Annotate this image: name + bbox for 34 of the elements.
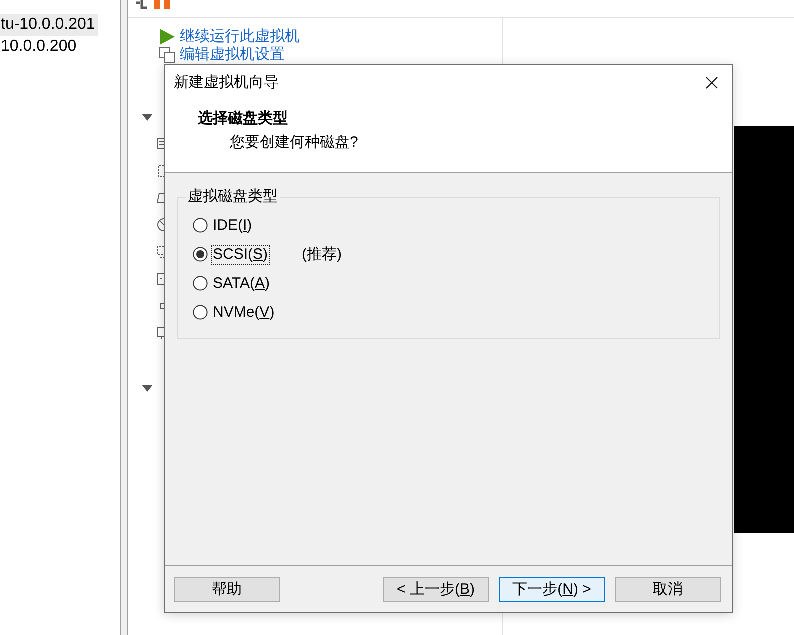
device-icon <box>157 190 164 204</box>
dialog-title: 新建虚拟机向导 <box>174 74 280 92</box>
radio-button[interactable] <box>193 305 208 320</box>
radio-label[interactable]: NVMe(V) <box>211 302 277 322</box>
device-icon <box>157 272 164 286</box>
device-icon <box>157 164 164 178</box>
group-label: 虚拟磁盘类型 <box>187 188 279 206</box>
logo-icon <box>135 0 171 9</box>
cancel-button[interactable]: 取消 <box>615 577 721 602</box>
device-icon <box>157 136 164 150</box>
play-icon[interactable] <box>159 28 175 44</box>
device-icon <box>157 326 164 340</box>
close-icon[interactable] <box>706 76 718 88</box>
radio-label[interactable]: SATA(A) <box>211 274 272 294</box>
next-button[interactable]: 下一步(N) > <box>499 577 605 602</box>
run-vm-link[interactable]: 继续运行此虚拟机 <box>159 28 300 45</box>
expander-icon[interactable] <box>142 384 153 392</box>
edit-settings-link[interactable]: 编辑虚拟机设置 <box>159 46 285 63</box>
step-heading: 选择磁盘类型 <box>198 110 288 128</box>
step-description: 您要创建何种磁盘? <box>230 134 358 152</box>
recommended-note: (推荐) <box>302 246 342 264</box>
back-button[interactable]: < 上一步(B) <box>383 577 489 602</box>
radio-button[interactable] <box>193 218 208 233</box>
sidebar-item[interactable]: tu-10.0.0.201 <box>0 14 98 36</box>
radio-label[interactable]: IDE(I) <box>211 216 254 236</box>
help-button[interactable]: 帮助 <box>174 577 280 602</box>
device-icon <box>157 218 164 232</box>
overlapping-squares-icon[interactable] <box>159 46 175 62</box>
radio-label[interactable]: SCSI(S) <box>211 244 270 264</box>
radio-button[interactable] <box>193 247 208 262</box>
sidebar-item[interactable]: 10.0.0.200 <box>0 36 80 58</box>
expander-icon[interactable] <box>142 114 153 120</box>
device-icon <box>157 244 164 258</box>
radio-button[interactable] <box>193 276 208 291</box>
